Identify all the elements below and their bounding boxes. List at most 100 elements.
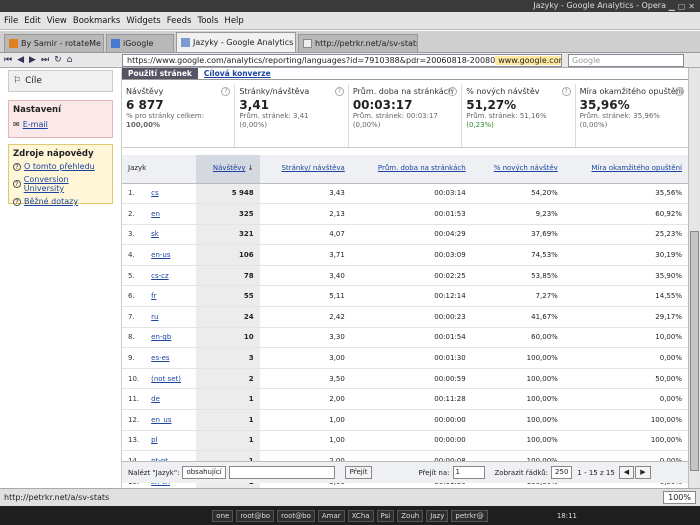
- email-link[interactable]: E-mail: [23, 120, 48, 129]
- menu-help[interactable]: Help: [224, 16, 243, 26]
- tab-jazyky[interactable]: Jazyky - Google Analytics×: [176, 32, 296, 52]
- menu-edit[interactable]: Edit: [24, 16, 40, 26]
- search-input[interactable]: Google: [568, 53, 684, 67]
- language-link[interactable]: en: [151, 210, 160, 218]
- goto-page-input[interactable]: 1: [452, 466, 485, 479]
- row-new-visits: 100,00%: [471, 430, 564, 452]
- secure-host-badge: www.google.com: [495, 55, 561, 65]
- home-icon[interactable]: ⌂: [67, 55, 73, 65]
- help-icon[interactable]: ?: [675, 87, 685, 96]
- help-link-university[interactable]: Conversion University: [24, 175, 108, 193]
- tab-goal-conversion[interactable]: Cílová konverze: [198, 68, 277, 79]
- language-link[interactable]: (not set): [151, 375, 181, 383]
- tab-rotateme[interactable]: By Samir - rotateMe: [4, 34, 104, 52]
- menu-feeds[interactable]: Feeds: [167, 16, 192, 26]
- col-pages-per-visit[interactable]: Stránky/ návštěva: [259, 155, 351, 184]
- row-visits: 55: [195, 285, 260, 308]
- table-row: 10. (not set) 2 3,50 00:00:59 100,00% 50,00%: [122, 368, 688, 390]
- tab-sv-stats[interactable]: http://petrkr.net/a/sv-stats: [298, 34, 418, 52]
- taskbar-item[interactable]: root@bo: [277, 509, 315, 522]
- row-language: en-gb: [145, 327, 196, 349]
- row-language: en-us: [145, 244, 196, 266]
- col-avg-time[interactable]: Prům. doba na stránkách: [350, 155, 472, 184]
- help-link-about[interactable]: O tomto přehledu: [24, 162, 95, 171]
- row-pages-per-visit: 5,11: [259, 285, 351, 308]
- help-icon[interactable]: ?: [561, 87, 571, 96]
- url-field[interactable]: https://www.google.com/analytics/reporti…: [122, 53, 562, 67]
- menu-bookmarks[interactable]: Bookmarks: [73, 16, 121, 26]
- forward-icon[interactable]: ▶: [29, 55, 36, 65]
- row-pages-per-visit: 3,50: [259, 368, 351, 390]
- rows-per-page-select[interactable]: 250: [551, 466, 573, 479]
- row-language: pl: [145, 430, 196, 452]
- row-pages-per-visit: 4,07: [259, 224, 351, 246]
- language-link[interactable]: cs: [151, 189, 159, 197]
- row-pages-per-visit: 3,00: [259, 347, 351, 369]
- row-visits: 24: [195, 306, 260, 328]
- scrollbar-thumb[interactable]: [690, 231, 699, 471]
- language-link[interactable]: ru: [151, 313, 158, 321]
- row-language: cs: [145, 183, 196, 205]
- languages-table: Jazyk Návštěvy ↓ Stránky/ návštěva Prům.…: [122, 155, 688, 493]
- language-link[interactable]: fr: [151, 292, 156, 300]
- prev-page-icon[interactable]: ◀: [618, 466, 635, 479]
- go-button[interactable]: Přejít: [344, 466, 373, 479]
- language-link[interactable]: sk: [151, 230, 159, 238]
- metric-bounce-rate: ? Míra okamžitého opuštění 35,96% Prům. str…: [579, 87, 685, 129]
- col-visits[interactable]: Návštěvy ↓: [195, 155, 260, 184]
- reload-icon[interactable]: ↻: [54, 55, 62, 65]
- row-bounce-rate: 100,00%: [563, 409, 688, 431]
- help-icon[interactable]: ?: [334, 87, 344, 96]
- menu-widgets[interactable]: Widgets: [126, 16, 160, 26]
- row-language: en_us: [145, 409, 196, 431]
- tab-igoogle[interactable]: iGoogle: [106, 34, 174, 52]
- sort-down-icon: ↓: [245, 164, 254, 173]
- rewind-icon[interactable]: ⏮: [4, 55, 12, 65]
- table-row: 5. cs-cz 78 3,40 00:02:25 53,85% 35,90%: [122, 265, 688, 287]
- address-bar: ⏮ ◀ ▶ ⏭ ↻ ⌂ https://www.google.com/analytics/…: [0, 53, 700, 68]
- taskbar-item[interactable]: XCha: [347, 509, 374, 522]
- help-link-faq[interactable]: Běžné dotazy: [24, 197, 78, 206]
- language-link[interactable]: es-es: [151, 354, 169, 362]
- language-link[interactable]: de: [151, 395, 160, 403]
- language-link[interactable]: cs-cz: [151, 272, 169, 280]
- taskbar-item[interactable]: petrkr@: [451, 509, 488, 522]
- row-new-visits: 60,00%: [471, 327, 564, 349]
- status-url: http://petrkr.net/a/sv-stats: [4, 493, 110, 502]
- back-icon[interactable]: ◀: [17, 55, 24, 65]
- menu-tools[interactable]: Tools: [197, 16, 218, 26]
- taskbar-item[interactable]: one: [212, 509, 234, 522]
- row-rank: 12.: [122, 409, 146, 431]
- taskbar-item[interactable]: Psi: [376, 509, 395, 522]
- help-resources-box: Zdroje nápovědy ? O tomto přehledu ? Conve…: [8, 144, 113, 206]
- row-rank: 9.: [122, 347, 146, 369]
- language-link[interactable]: en_us: [151, 416, 171, 424]
- taskbar-item[interactable]: Zouh: [397, 509, 424, 522]
- language-link[interactable]: pl: [151, 436, 157, 444]
- menu-file[interactable]: File: [4, 16, 18, 26]
- metric-avg-time: ? Prům. doba na stránkách 00:03:17 Prům. st…: [349, 84, 463, 147]
- menu-view[interactable]: View: [47, 16, 67, 26]
- row-avg-time: 00:00:59: [350, 368, 472, 390]
- row-bounce-rate: 14,55%: [563, 285, 688, 308]
- table-row: 2. en 325 2,13 00:01:53 9,23% 60,92%: [122, 203, 688, 225]
- page-scrollbar[interactable]: [688, 68, 700, 488]
- taskbar-item[interactable]: Amar: [317, 509, 345, 522]
- match-type-select[interactable]: obsahující: [182, 466, 226, 479]
- favicon-icon: [181, 38, 190, 47]
- filter-input[interactable]: [228, 466, 335, 479]
- row-rank: 6.: [122, 285, 146, 308]
- sidebar-item-goals[interactable]: ⚐ Cíle: [8, 70, 113, 92]
- language-link[interactable]: en-us: [151, 251, 170, 259]
- language-link[interactable]: en-gb: [151, 333, 171, 341]
- taskbar-item[interactable]: Jazy: [426, 509, 449, 522]
- table-row: 3. sk 321 4,07 00:04:29 37,69% 25,23%: [122, 224, 688, 246]
- zoom-control[interactable]: 100%: [663, 491, 696, 504]
- col-new-visits[interactable]: % nových návštěv: [471, 155, 564, 184]
- fast-forward-icon[interactable]: ⏭: [41, 55, 49, 65]
- taskbar-item[interactable]: root@bo: [236, 509, 275, 522]
- tab-site-usage[interactable]: Použití stránek: [122, 68, 198, 79]
- next-page-icon[interactable]: ▶: [635, 466, 651, 479]
- col-bounce-rate[interactable]: Míra okamžitého opuštění: [563, 155, 688, 184]
- row-pages-per-visit: 3,30: [259, 327, 351, 349]
